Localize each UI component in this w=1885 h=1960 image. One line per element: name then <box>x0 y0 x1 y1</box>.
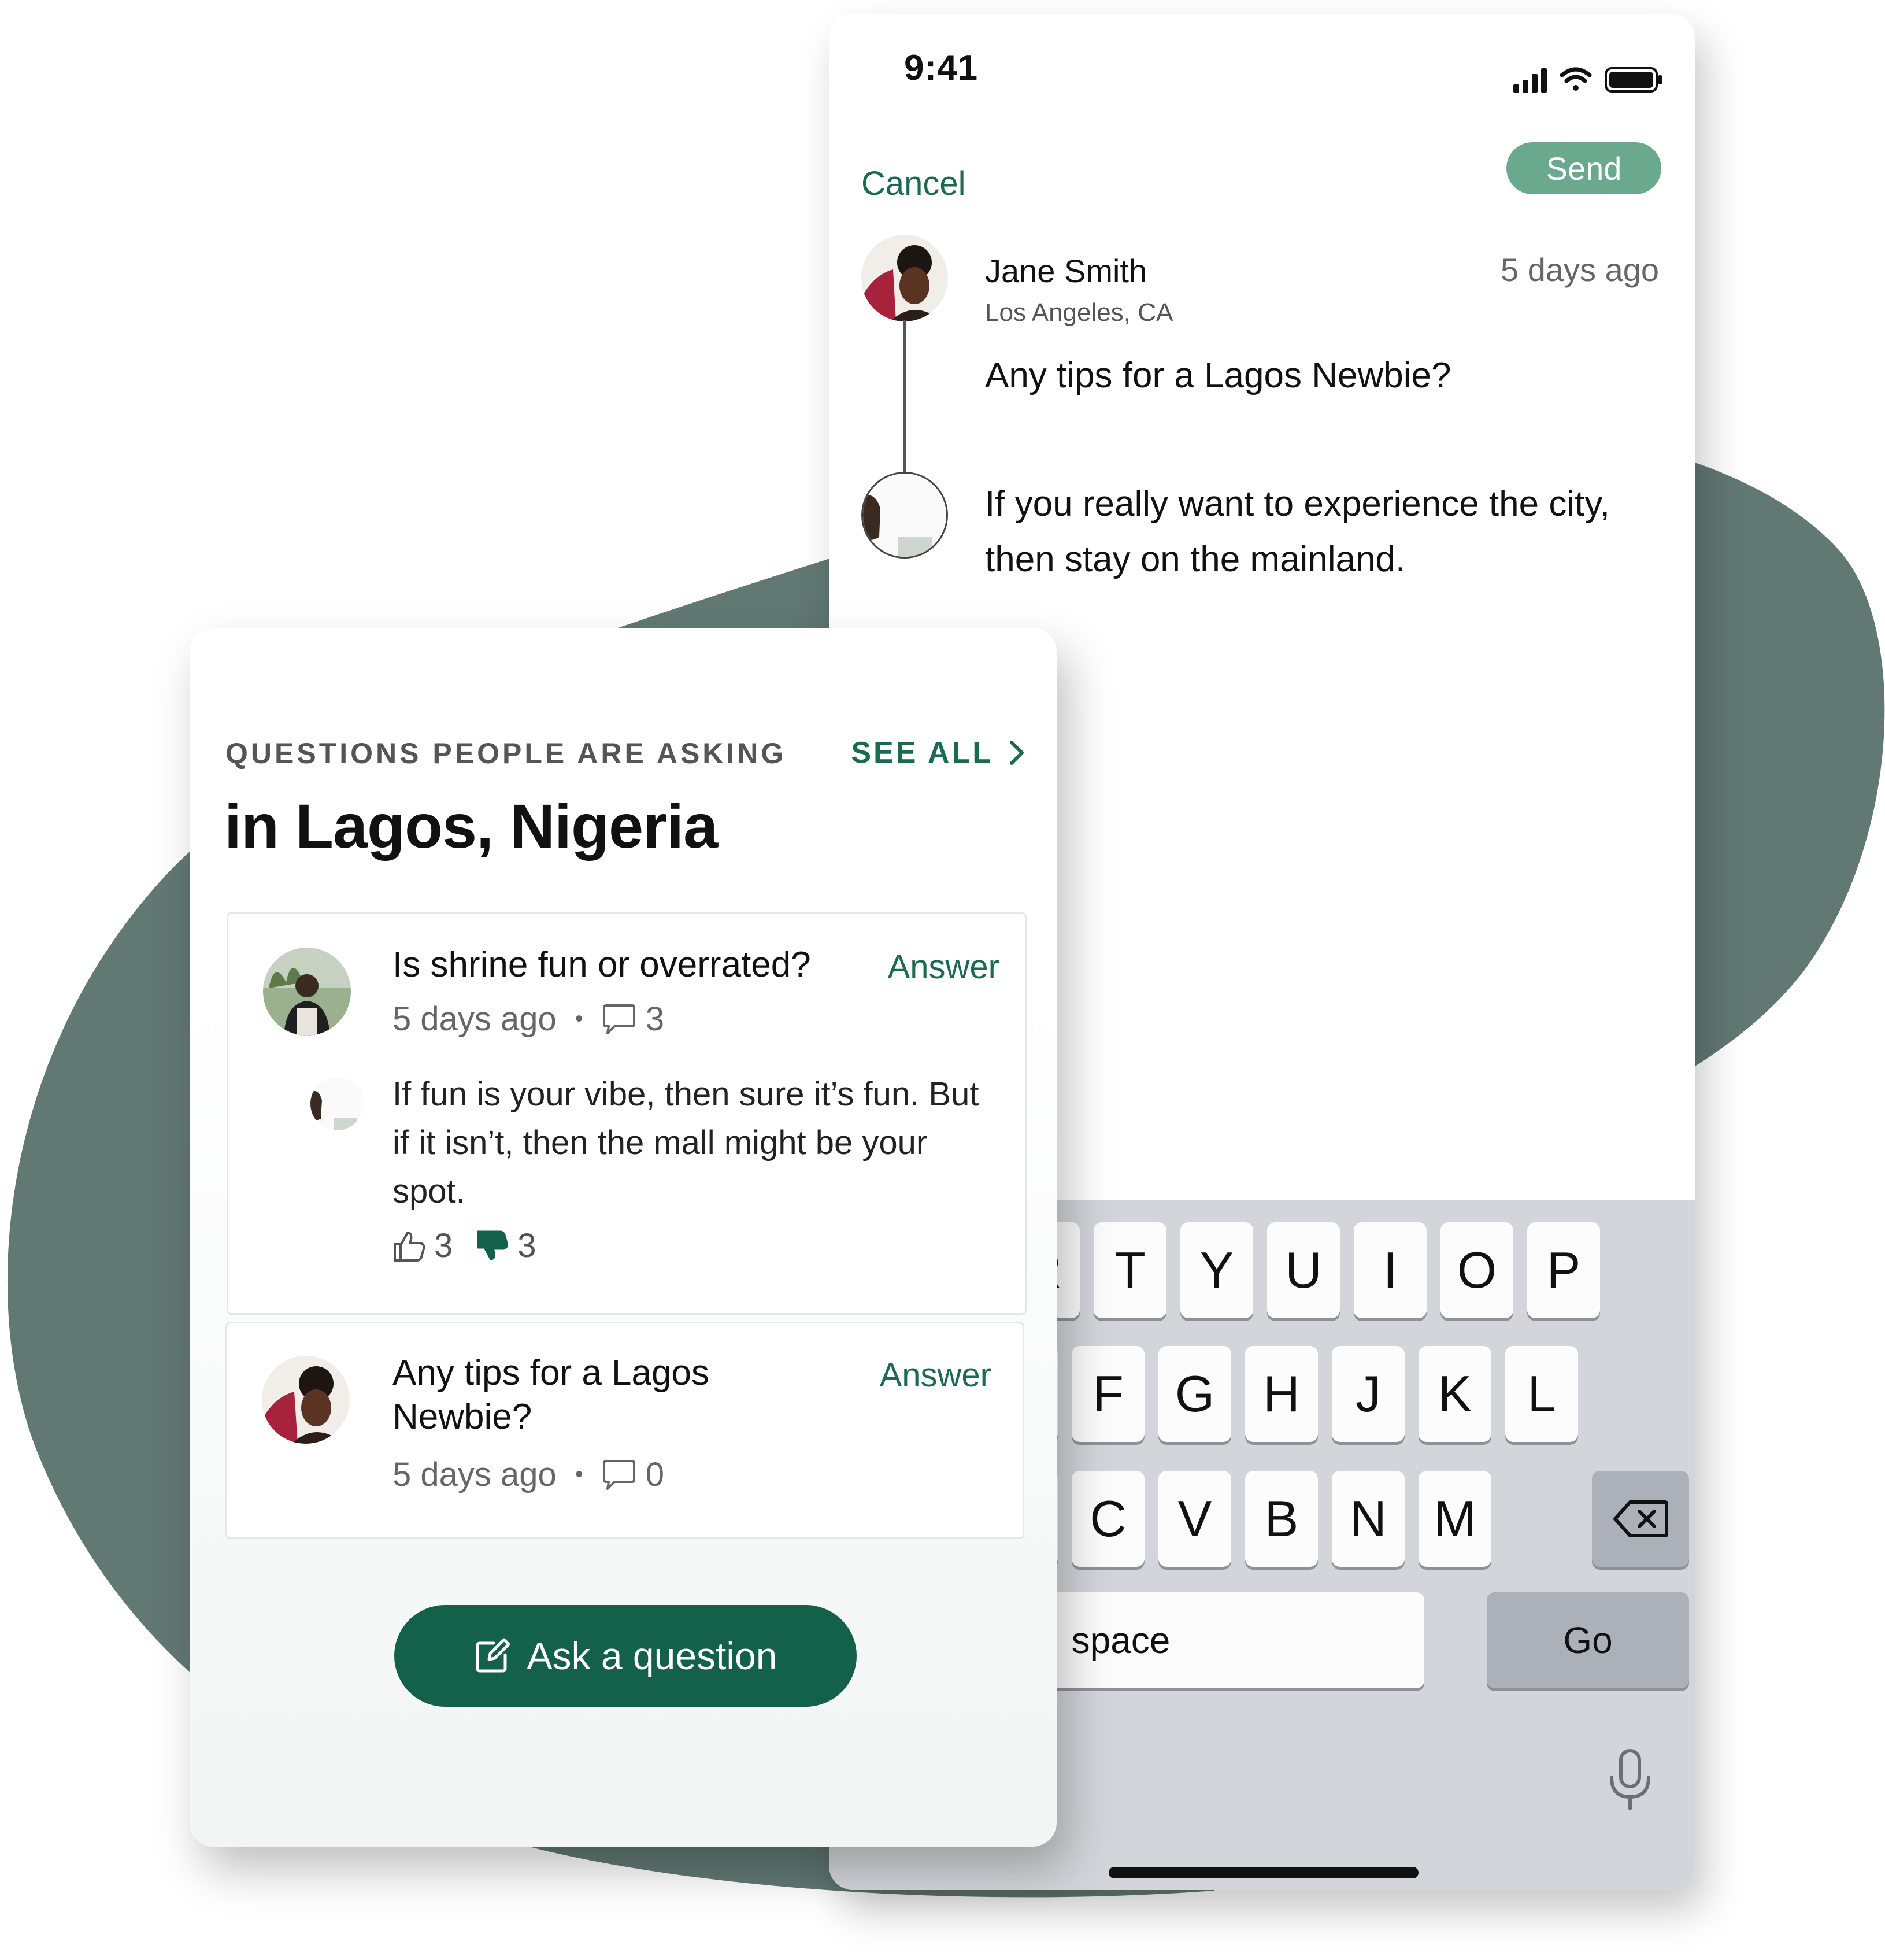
key-c[interactable]: C <box>1072 1471 1145 1567</box>
key-m[interactable]: M <box>1419 1471 1491 1567</box>
author-avatar <box>861 235 948 321</box>
comment-icon <box>602 1003 636 1036</box>
status-time: 9:41 <box>904 48 979 88</box>
answer-text: If fun is your vibe, then sure it’s fun.… <box>392 1075 979 1210</box>
question-time: 5 days ago <box>392 1456 557 1493</box>
ask-question-label: Ask a question <box>527 1634 777 1677</box>
key-l[interactable]: L <box>1505 1346 1578 1442</box>
reply-input[interactable]: If you really want to experience the cit… <box>985 476 1667 587</box>
key-y[interactable]: Y <box>1180 1222 1253 1318</box>
meta-separator: • <box>575 1462 583 1487</box>
like-count: 3 <box>434 1227 453 1264</box>
cancel-button[interactable]: Cancel <box>861 164 966 203</box>
key-u[interactable]: U <box>1267 1222 1340 1318</box>
post-timestamp: 5 days ago <box>1501 252 1659 288</box>
replier-avatar <box>310 1077 364 1130</box>
question-time: 5 days ago <box>392 1000 557 1038</box>
location-heading: in Lagos, Nigeria <box>224 791 718 861</box>
key-i[interactable]: I <box>1354 1222 1427 1318</box>
author-location: Los Angeles, CA <box>985 298 1173 327</box>
vote-bar: 3 3 <box>392 1226 536 1265</box>
key-b[interactable]: B <box>1245 1471 1318 1567</box>
meta-separator: • <box>575 1006 583 1031</box>
question-meta: 5 days ago • 3 <box>392 1000 664 1038</box>
key-h[interactable]: H <box>1245 1346 1318 1442</box>
see-all-link[interactable]: SEE ALL <box>851 735 1024 770</box>
thread-line <box>903 320 906 474</box>
wifi-icon <box>1560 67 1592 91</box>
compose-icon <box>476 1638 510 1673</box>
key-k[interactable]: K <box>1419 1346 1491 1442</box>
key-p[interactable]: P <box>1527 1222 1600 1318</box>
backspace-icon <box>1613 1500 1668 1537</box>
answer-button[interactable]: Answer <box>880 1356 991 1395</box>
home-indicator <box>1109 1867 1419 1878</box>
comment-count: 0 <box>645 1456 665 1493</box>
asker-avatar <box>262 1356 350 1444</box>
battery-icon <box>1605 67 1662 93</box>
thumbs-up-icon[interactable] <box>392 1229 426 1263</box>
reply-avatar <box>861 472 948 559</box>
send-button[interactable]: Send <box>1506 142 1661 194</box>
key-t[interactable]: T <box>1094 1222 1166 1318</box>
see-all-label: SEE ALL <box>851 736 993 770</box>
section-eyebrow: QUESTIONS PEOPLE ARE ASKING <box>225 737 787 770</box>
comment-count: 3 <box>645 1000 665 1038</box>
key-g[interactable]: G <box>1158 1346 1231 1442</box>
status-icons <box>1513 65 1664 98</box>
question-meta: 5 days ago • 0 <box>392 1455 664 1494</box>
author-name: Jane Smith <box>985 253 1147 289</box>
question-title[interactable]: Any tips for a Lagos Newbie? <box>392 1351 762 1439</box>
question-card[interactable]: Is shrine fun or overrated? Answer 5 day… <box>227 912 1027 1315</box>
asker-avatar <box>263 948 351 1036</box>
dislike-count: 3 <box>517 1227 536 1264</box>
key-j[interactable]: J <box>1332 1346 1405 1442</box>
key-v[interactable]: V <box>1158 1471 1231 1567</box>
comment-icon <box>602 1459 636 1491</box>
go-key[interactable]: Go <box>1487 1592 1689 1688</box>
answer-button[interactable]: Answer <box>888 948 999 986</box>
ask-question-button[interactable]: Ask a question <box>394 1605 857 1707</box>
question-text: Any tips for a Lagos Newbie? <box>985 356 1451 395</box>
chevron-right-icon <box>1010 741 1024 765</box>
signal-icon <box>1513 68 1547 93</box>
question-title[interactable]: Is shrine fun or overrated? <box>392 943 811 987</box>
key-f[interactable]: F <box>1072 1346 1145 1442</box>
questions-card: QUESTIONS PEOPLE ARE ASKING SEE ALL in L… <box>190 628 1057 1847</box>
question-card[interactable]: Any tips for a Lagos Newbie? Answer 5 da… <box>225 1322 1024 1539</box>
thumbs-down-icon[interactable] <box>476 1229 509 1263</box>
key-o[interactable]: O <box>1440 1222 1513 1318</box>
delete-key[interactable] <box>1592 1471 1689 1567</box>
microphone-icon[interactable] <box>1607 1748 1653 1815</box>
key-n[interactable]: N <box>1332 1471 1405 1567</box>
